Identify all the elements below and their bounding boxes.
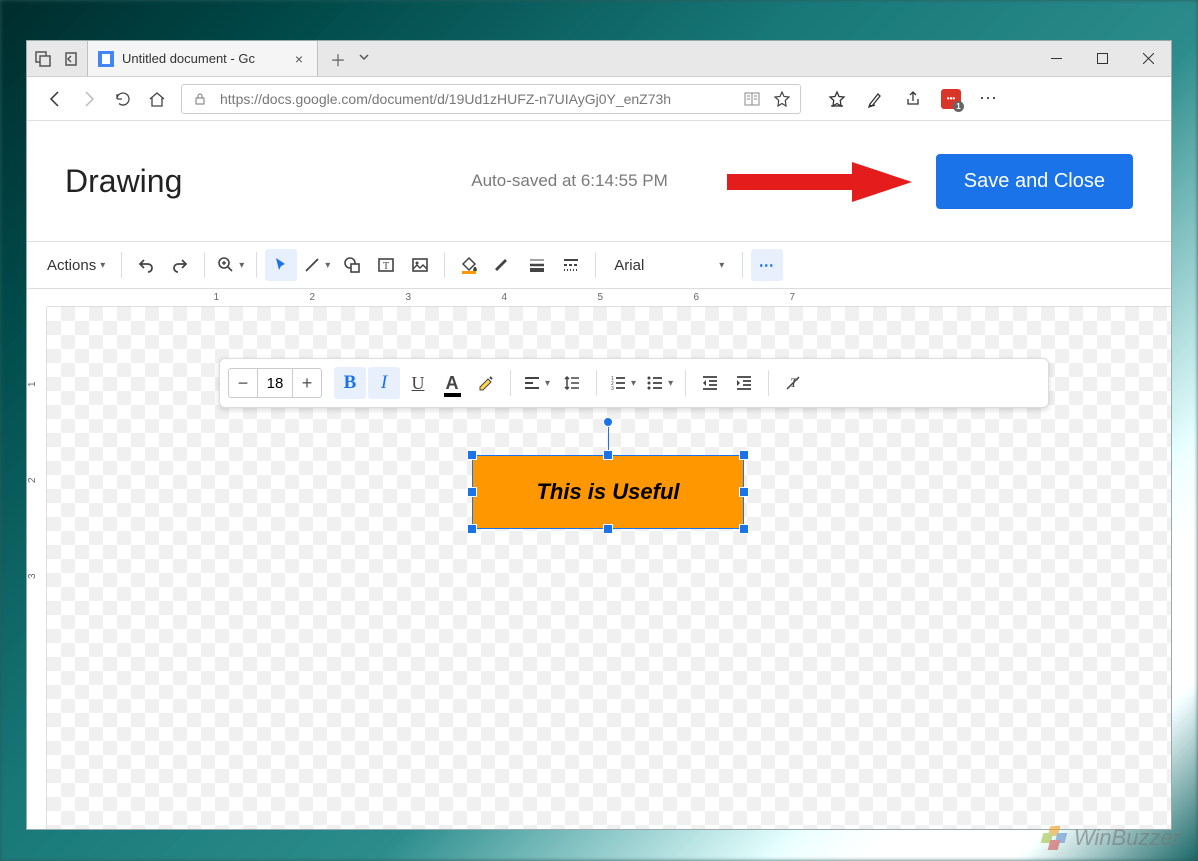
extension-icon[interactable]: •••1 — [941, 89, 961, 109]
maximize-button[interactable] — [1079, 41, 1125, 76]
tab-overview-icon[interactable] — [33, 49, 53, 69]
tab-menu-icon[interactable] — [358, 50, 370, 68]
browser-menu-icon[interactable]: ⋯ — [979, 89, 999, 109]
clear-formatting-button[interactable]: T — [777, 367, 809, 399]
annotation-arrow — [717, 157, 917, 207]
border-weight-button[interactable] — [521, 249, 553, 281]
resize-handle-s[interactable] — [603, 524, 613, 534]
line-tool[interactable]: ▾ — [299, 249, 334, 281]
autosave-status: Auto-saved at 6:14:55 PM — [471, 171, 668, 191]
resize-handle-w[interactable] — [467, 487, 477, 497]
shape-text[interactable]: This is Useful — [536, 479, 679, 505]
highlight-button[interactable] — [470, 367, 502, 399]
bulleted-list-button[interactable]: ▾ — [642, 367, 677, 399]
watermark: WinBuzzer — [1040, 825, 1180, 851]
watermark-logo — [1040, 826, 1068, 850]
browser-tab[interactable]: Untitled document - Gc × — [88, 41, 318, 76]
new-tab-icon[interactable]: ＋ — [330, 47, 346, 71]
redo-button[interactable] — [164, 249, 196, 281]
address-bar-row: https://docs.google.com/document/d/19Ud1… — [27, 77, 1171, 121]
favorite-star-icon[interactable] — [772, 89, 792, 109]
resize-handle-ne[interactable] — [739, 450, 749, 460]
watermark-text: WinBuzzer — [1074, 825, 1180, 851]
home-button[interactable] — [147, 89, 167, 109]
horizontal-ruler: 123 456 7 — [47, 289, 1171, 307]
tab-aside-icon[interactable] — [61, 49, 81, 69]
toolbar-right-icons: •••1 ⋯ — [827, 89, 999, 109]
window-controls — [1033, 41, 1171, 76]
align-button[interactable]: ▾ — [519, 367, 554, 399]
image-tool[interactable] — [404, 249, 436, 281]
lock-icon — [190, 89, 210, 109]
font-size-group: − 18 + — [228, 368, 322, 398]
reader-mode-icon[interactable] — [742, 89, 762, 109]
resize-handle-se[interactable] — [739, 524, 749, 534]
drawing-toolbar: Actions▾ ▾ ▾ T Arial▾ ⋯ — [27, 241, 1171, 289]
rotation-line — [608, 427, 609, 451]
border-color-button[interactable] — [487, 249, 519, 281]
url-text: https://docs.google.com/document/d/19Ud1… — [220, 91, 732, 107]
line-spacing-button[interactable] — [556, 367, 588, 399]
svg-text:3: 3 — [611, 386, 614, 392]
underline-button[interactable]: U — [402, 367, 434, 399]
indent-increase-button[interactable] — [728, 367, 760, 399]
font-select[interactable]: Arial▾ — [604, 257, 734, 274]
browser-window: Untitled document - Gc × ＋ https://docs.… — [26, 40, 1172, 830]
new-tab-group: ＋ — [318, 41, 382, 76]
indent-decrease-button[interactable] — [694, 367, 726, 399]
close-window-button[interactable] — [1125, 41, 1171, 76]
extension-badge-count: 1 — [953, 101, 964, 112]
text-format-toolbar: − 18 + B I U A ▾ 123▾ ▾ T — [219, 358, 1049, 408]
textbox-tool[interactable]: T — [370, 249, 402, 281]
forward-button[interactable] — [79, 89, 99, 109]
svg-text:T: T — [383, 261, 389, 272]
rotation-handle[interactable] — [603, 417, 613, 427]
share-icon[interactable] — [903, 89, 923, 109]
resize-handle-sw[interactable] — [467, 524, 477, 534]
more-options-button[interactable]: ⋯ — [751, 249, 783, 281]
italic-button[interactable]: I — [368, 367, 400, 399]
font-size-increase[interactable]: + — [293, 373, 321, 394]
font-size-decrease[interactable]: − — [229, 373, 257, 394]
tab-title: Untitled document - Gc — [122, 51, 287, 66]
text-box-shape[interactable]: This is Useful — [472, 455, 744, 529]
zoom-button[interactable]: ▾ — [213, 249, 248, 281]
undo-button[interactable] — [130, 249, 162, 281]
minimize-button[interactable] — [1033, 41, 1079, 76]
notes-icon[interactable] — [865, 89, 885, 109]
back-button[interactable] — [45, 89, 65, 109]
refresh-button[interactable] — [113, 89, 133, 109]
border-dash-button[interactable] — [555, 249, 587, 281]
actions-menu[interactable]: Actions▾ — [39, 249, 113, 281]
bold-button[interactable]: B — [334, 367, 366, 399]
favorites-icon[interactable] — [827, 89, 847, 109]
selected-shape[interactable]: This is Useful — [472, 455, 744, 529]
resize-handle-e[interactable] — [739, 487, 749, 497]
vertical-ruler: 123 — [27, 307, 47, 829]
font-size-value[interactable]: 18 — [257, 369, 293, 397]
tab-actions-group — [27, 41, 88, 76]
close-tab-icon[interactable]: × — [295, 51, 303, 67]
fill-color-button[interactable] — [453, 249, 485, 281]
save-and-close-button[interactable]: Save and Close — [936, 154, 1133, 209]
address-bar[interactable]: https://docs.google.com/document/d/19Ud1… — [181, 84, 801, 114]
resize-handle-nw[interactable] — [467, 450, 477, 460]
drawing-dialog-header: Drawing Auto-saved at 6:14:55 PM Save an… — [27, 121, 1171, 241]
dialog-title: Drawing — [65, 163, 182, 200]
numbered-list-button[interactable]: 123▾ — [605, 367, 640, 399]
browser-titlebar: Untitled document - Gc × ＋ — [27, 41, 1171, 77]
select-tool[interactable] — [265, 249, 297, 281]
shape-tool[interactable] — [336, 249, 368, 281]
text-color-button[interactable]: A — [436, 367, 468, 399]
google-docs-icon — [98, 51, 114, 67]
resize-handle-n[interactable] — [603, 450, 613, 460]
